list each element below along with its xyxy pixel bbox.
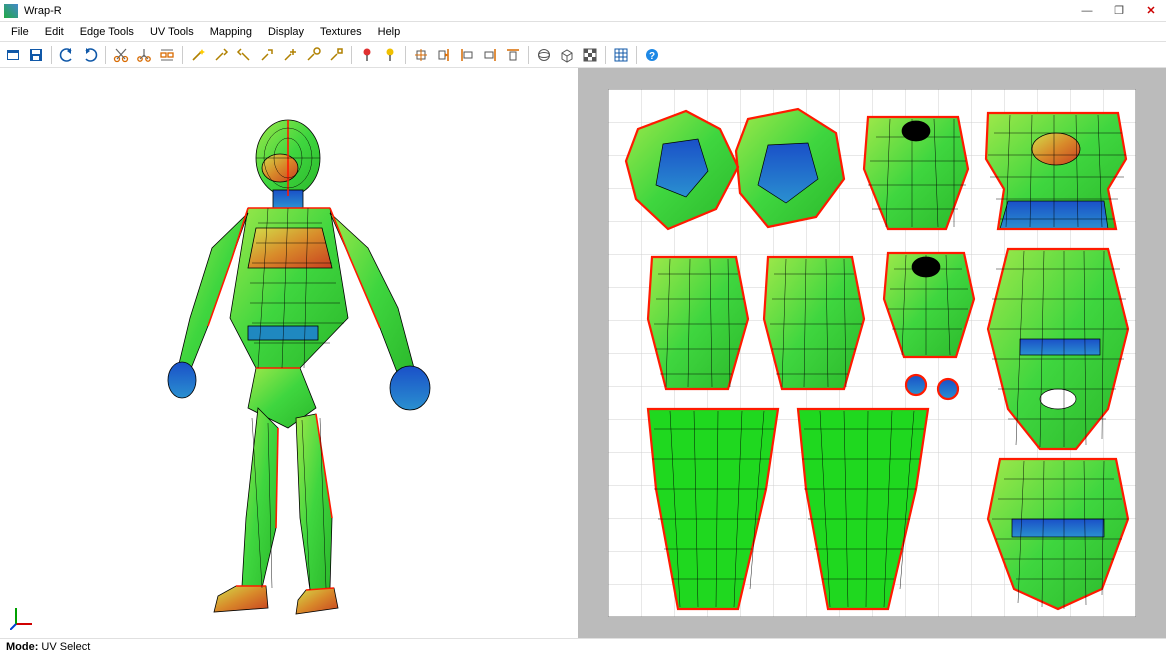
menu-mapping[interactable]: Mapping <box>203 25 259 39</box>
wand-cross-icon[interactable] <box>279 44 301 66</box>
wand-icon[interactable] <box>187 44 209 66</box>
grid-icon[interactable] <box>610 44 632 66</box>
wand-forward-icon[interactable] <box>210 44 232 66</box>
model-3d <box>0 68 578 638</box>
align-center-icon[interactable] <box>410 44 432 66</box>
wand-ring-icon[interactable] <box>325 44 347 66</box>
menu-help[interactable]: Help <box>371 25 408 39</box>
align-edge-icon[interactable] <box>433 44 455 66</box>
cube-icon[interactable] <box>556 44 578 66</box>
toolbar-separator <box>528 46 529 64</box>
statusbar: Mode: UV Select <box>0 638 1166 655</box>
cut-edge-icon[interactable] <box>133 44 155 66</box>
window-controls: — ❐ ✕ <box>1080 4 1162 18</box>
align-top-icon[interactable] <box>502 44 524 66</box>
menu-uv-tools[interactable]: UV Tools <box>143 25 201 39</box>
toolbar-separator <box>351 46 352 64</box>
menu-file[interactable]: File <box>4 25 36 39</box>
app-icon <box>4 4 18 18</box>
toolbar-separator <box>605 46 606 64</box>
save-icon[interactable] <box>25 44 47 66</box>
workspace <box>0 68 1166 638</box>
status-mode-label: Mode: <box>6 641 38 653</box>
sphere-icon[interactable] <box>533 44 555 66</box>
close-button[interactable]: ✕ <box>1144 4 1158 18</box>
undo-icon[interactable] <box>56 44 78 66</box>
titlebar: Wrap-R — ❐ ✕ <box>0 0 1166 22</box>
viewport-3d[interactable] <box>0 68 578 638</box>
viewport-uv[interactable] <box>578 68 1166 638</box>
toolbar-separator <box>51 46 52 64</box>
axis-gizmo <box>10 604 36 630</box>
menu-display[interactable]: Display <box>261 25 311 39</box>
separate-icon[interactable] <box>156 44 178 66</box>
redo-icon[interactable] <box>79 44 101 66</box>
status-mode-value: UV Select <box>41 641 90 653</box>
align-right-icon[interactable] <box>479 44 501 66</box>
maximize-button[interactable]: ❐ <box>1112 4 1126 18</box>
menubar: File Edit Edge Tools UV Tools Mapping Di… <box>0 22 1166 42</box>
toolbar: ? <box>0 42 1166 68</box>
open-icon[interactable] <box>2 44 24 66</box>
window-title: Wrap-R <box>24 5 1080 17</box>
help-icon[interactable]: ? <box>641 44 663 66</box>
wand-back-icon[interactable] <box>233 44 255 66</box>
toolbar-separator <box>182 46 183 64</box>
pin-red-icon[interactable] <box>356 44 378 66</box>
menu-textures[interactable]: Textures <box>313 25 369 39</box>
svg-text:?: ? <box>649 51 655 62</box>
cut-icon[interactable] <box>110 44 132 66</box>
menu-edge-tools[interactable]: Edge Tools <box>73 25 141 39</box>
checker-icon[interactable] <box>579 44 601 66</box>
pin-yellow-icon[interactable] <box>379 44 401 66</box>
align-left-icon[interactable] <box>456 44 478 66</box>
uv-layout <box>608 89 1136 617</box>
wand-corner-icon[interactable] <box>256 44 278 66</box>
toolbar-separator <box>636 46 637 64</box>
wand-loop-icon[interactable] <box>302 44 324 66</box>
toolbar-separator <box>405 46 406 64</box>
menu-edit[interactable]: Edit <box>38 25 71 39</box>
minimize-button[interactable]: — <box>1080 4 1094 18</box>
toolbar-separator <box>105 46 106 64</box>
